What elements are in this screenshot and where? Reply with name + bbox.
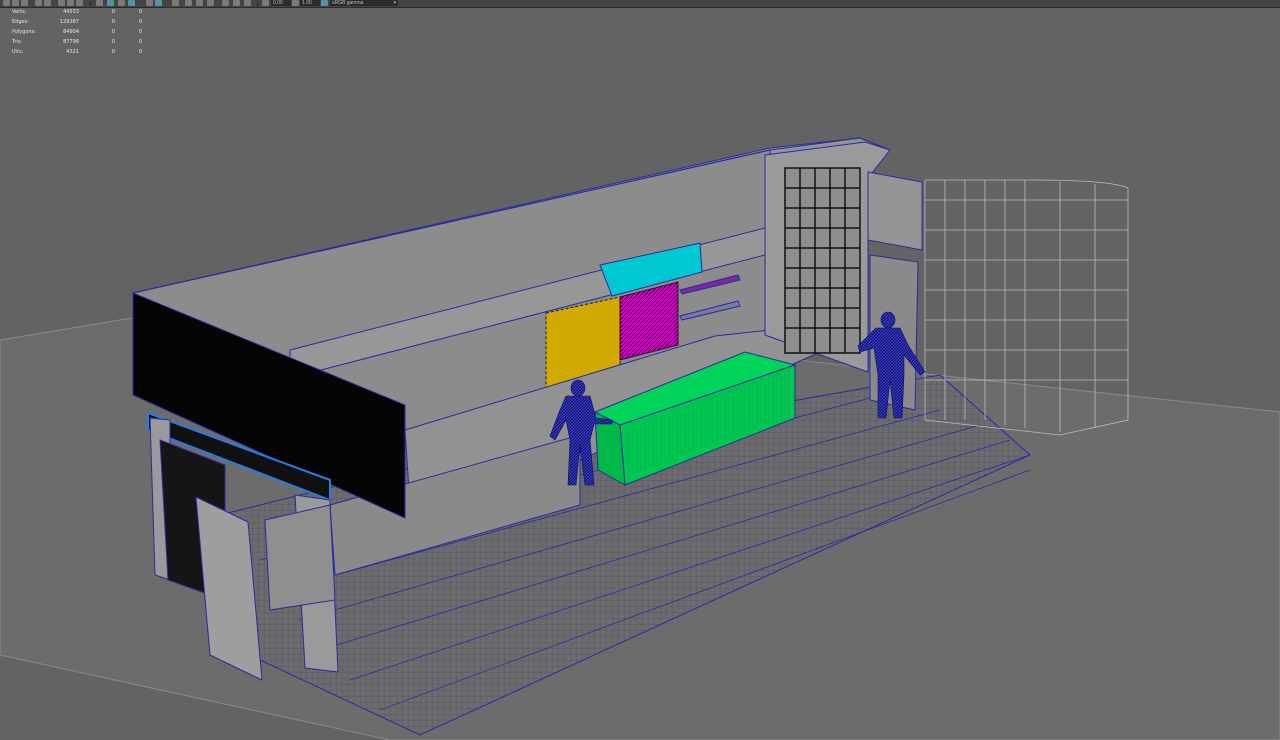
rotate-icon[interactable] <box>44 0 51 6</box>
window-grid <box>784 167 861 354</box>
light-icon[interactable] <box>128 0 135 6</box>
wireframe-icon[interactable] <box>96 0 103 6</box>
camera-icon[interactable] <box>67 0 74 6</box>
color-management-icon[interactable] <box>321 0 328 6</box>
color-space-dropdown[interactable]: sRGB gamma ▾ <box>330 0 398 6</box>
shaded-icon[interactable] <box>107 0 114 6</box>
isolate-icon[interactable] <box>172 0 179 6</box>
shadow-icon[interactable] <box>146 0 153 6</box>
scale-icon[interactable] <box>58 0 65 6</box>
colorspace-icon[interactable] <box>207 0 214 6</box>
color-space-label: sRGB gamma <box>332 0 364 6</box>
select-icon[interactable] <box>3 0 10 6</box>
hud-icon[interactable] <box>233 0 240 6</box>
bookmark-icon[interactable] <box>244 0 251 6</box>
front-low-wall <box>264 504 336 611</box>
grid-icon[interactable] <box>76 0 83 6</box>
exposure-icon[interactable] <box>185 0 192 6</box>
exposure-field[interactable]: 0.00 <box>271 0 291 6</box>
viewport-panel-toolbar: 0.00 1.00 sRGB gamma ▾ <box>0 0 1280 8</box>
right-doorframe <box>867 171 923 251</box>
texture-icon[interactable] <box>118 0 125 6</box>
snapshot-icon[interactable] <box>222 0 229 6</box>
paint-icon[interactable] <box>21 0 28 6</box>
exposure-toggle-icon[interactable] <box>262 0 269 6</box>
lasso-icon[interactable] <box>12 0 19 6</box>
3d-viewport[interactable] <box>0 8 1280 740</box>
move-icon[interactable] <box>35 0 42 6</box>
gamma-icon[interactable] <box>196 0 203 6</box>
gamma-field[interactable]: 1.00 <box>300 0 320 6</box>
xray-icon[interactable] <box>155 0 162 6</box>
gamma-toggle-icon[interactable] <box>292 0 299 6</box>
chevron-down-icon: ▾ <box>393 0 396 6</box>
